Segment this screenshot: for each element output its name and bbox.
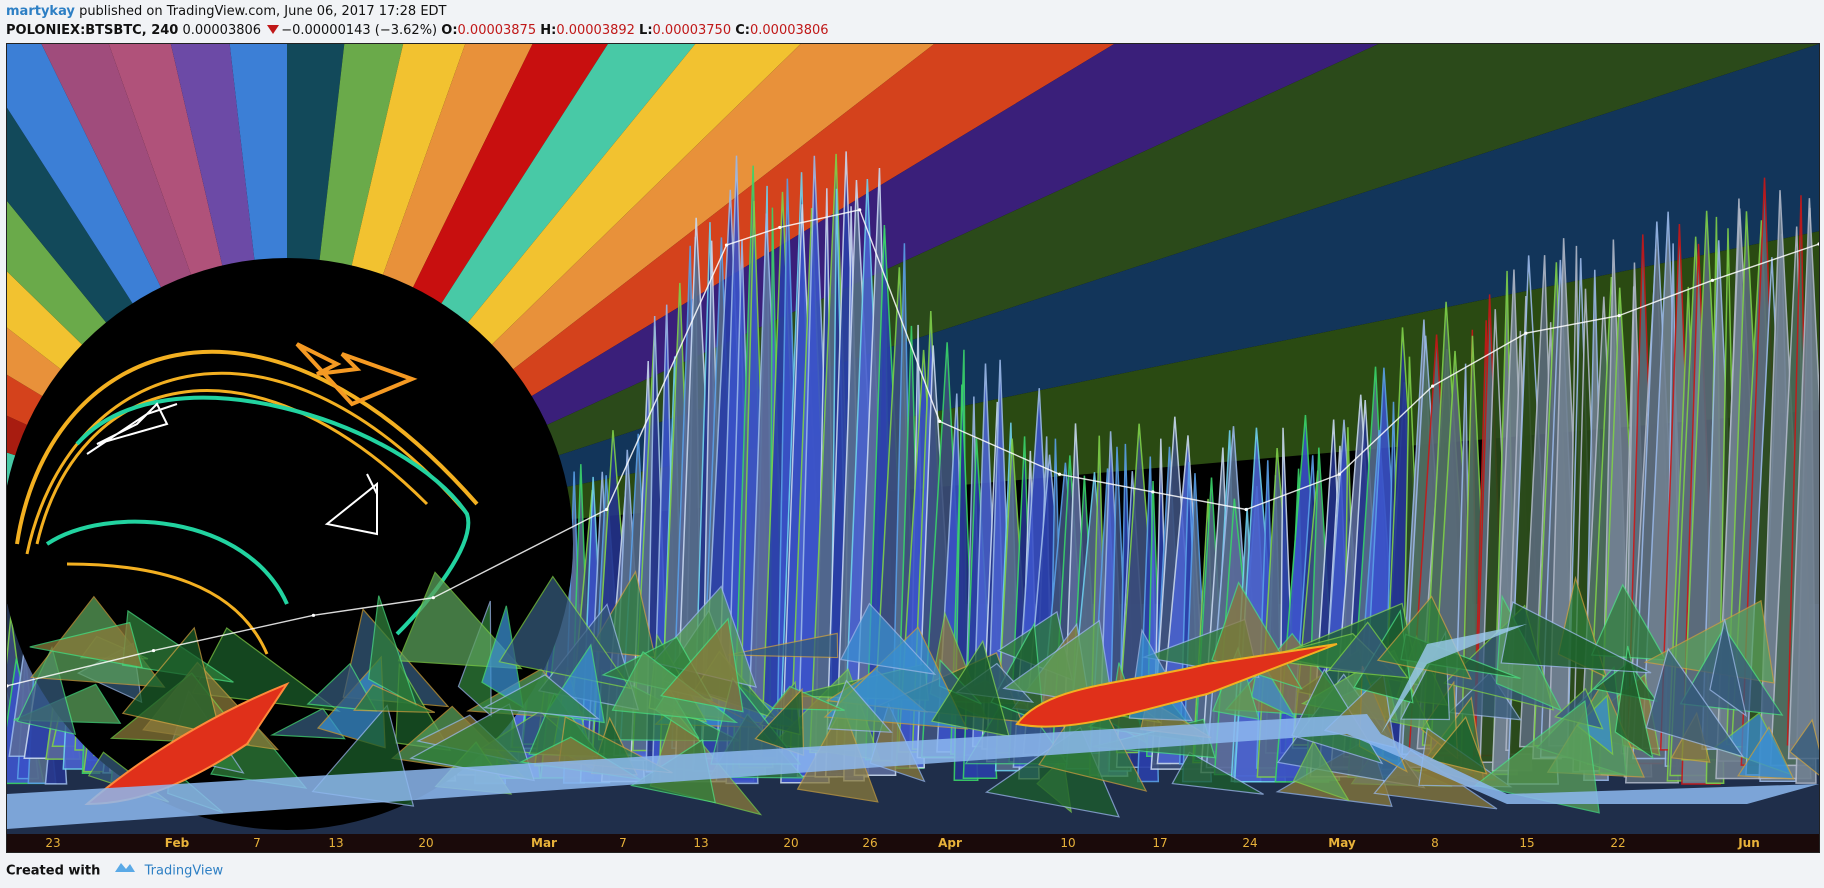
x-tick-label: 15: [1519, 836, 1534, 850]
price-point: [1710, 278, 1715, 282]
footer: Created with TradingView: [6, 860, 223, 882]
tradingview-link[interactable]: TradingView: [145, 864, 224, 879]
x-tick-label: 20: [783, 836, 798, 850]
author-link[interactable]: martykay: [6, 4, 75, 19]
x-tick-label: 13: [693, 836, 708, 850]
chart-header: martykay published on TradingView.com, J…: [6, 2, 1816, 42]
chart-artwork[interactable]: 23 Feb 7 13 20 Mar 7 13 20 26 Apr 10 17 24 May 8 15 22 Jun: [7, 44, 1819, 852]
price-point: [858, 208, 862, 212]
x-tick-label: 7: [253, 836, 261, 850]
open-label: O:: [441, 23, 458, 38]
x-tick-label: 7: [619, 836, 627, 850]
symbol-label: POLONIEX:BTSBTC, 240: [6, 23, 179, 38]
price-point: [431, 596, 435, 600]
published-text: published on TradingView.com, June 06, 2…: [79, 4, 447, 19]
down-arrow-icon: [267, 25, 280, 34]
x-tick-label: 22: [1610, 836, 1625, 850]
close-label: C:: [735, 23, 750, 38]
price-point: [1057, 472, 1062, 476]
price-point: [1244, 507, 1248, 512]
high-label: H:: [540, 23, 557, 38]
price-point: [1431, 384, 1435, 388]
open-value: 0.00003875: [457, 23, 537, 38]
x-tick-label: Feb: [165, 836, 190, 850]
x-tick-label: May: [1328, 836, 1356, 850]
x-tick-label: Mar: [531, 836, 557, 850]
x-tick-label: 10: [1060, 836, 1075, 850]
x-tick-label: 24: [1242, 836, 1257, 850]
x-tick-label: 17: [1152, 836, 1167, 850]
x-tick-label: 23: [45, 836, 60, 850]
x-tick-label: 26: [862, 836, 877, 850]
price-point: [151, 648, 156, 653]
price-point: [938, 419, 942, 423]
x-tick-label: Jun: [1737, 836, 1760, 850]
x-tick-label: 20: [418, 836, 433, 850]
price-point: [1337, 472, 1341, 476]
last-price: 0.00003806: [182, 23, 262, 38]
price-point: [1617, 313, 1621, 318]
price-change: −0.00000143 (−3.62%): [281, 23, 438, 38]
tradingview-logo-icon[interactable]: [114, 860, 136, 882]
high-value: 0.00003892: [556, 23, 635, 38]
price-point: [311, 613, 316, 617]
price-point: [604, 507, 609, 512]
price-point: [1524, 331, 1528, 335]
price-point: [724, 243, 729, 247]
chart-canvas[interactable]: 23 Feb 7 13 20 Mar 7 13 20 26 Apr 10 17 24 May 8 15 22 Jun: [6, 43, 1820, 853]
low-label: L:: [639, 23, 653, 38]
created-with-label: Created with: [6, 863, 101, 879]
close-value: 0.00003806: [750, 23, 829, 38]
price-point: [1151, 490, 1155, 494]
x-tick-label: 13: [328, 836, 343, 850]
publication-line: martykay published on TradingView.com, J…: [6, 2, 1816, 22]
price-point: [778, 225, 782, 230]
x-tick-label: 8: [1431, 836, 1439, 850]
symbol-line: POLONIEX:BTSBTC, 240 0.00003806 −0.00000…: [6, 22, 1816, 42]
x-tick-label: Apr: [938, 836, 962, 850]
low-value: 0.00003750: [652, 23, 732, 38]
x-axis-bar: [7, 834, 1819, 852]
